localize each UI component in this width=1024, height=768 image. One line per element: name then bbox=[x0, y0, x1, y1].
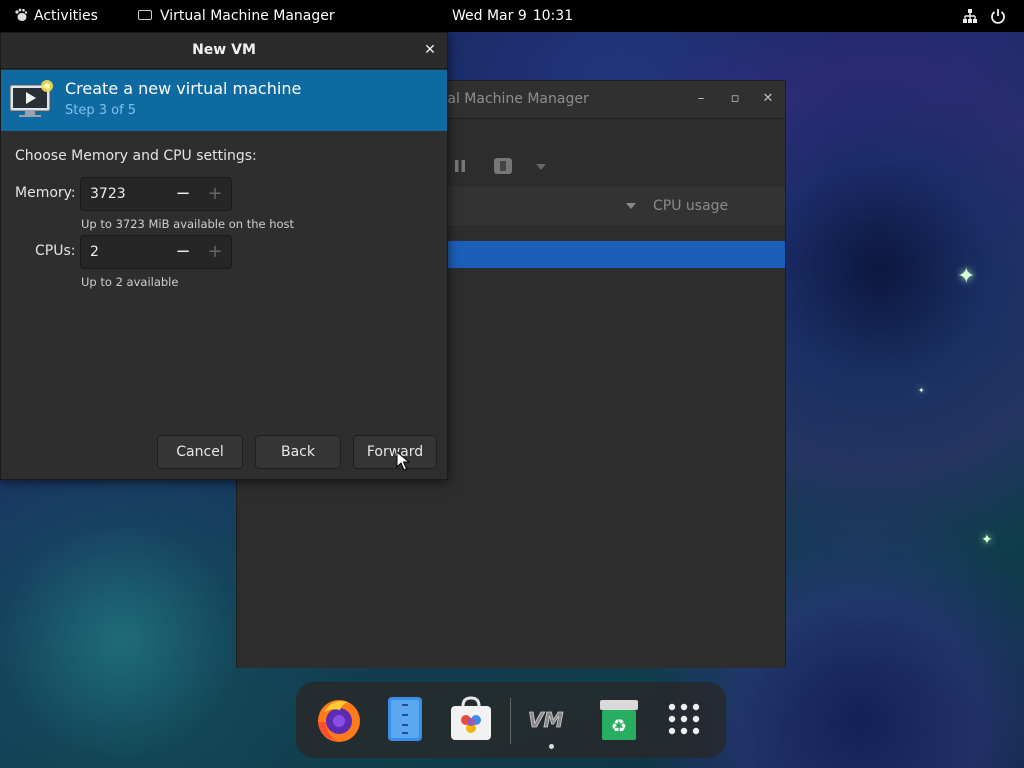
mouse-cursor-icon bbox=[396, 451, 410, 471]
recycle-bin-icon[interactable]: ♻ bbox=[594, 694, 644, 744]
forward-button[interactable]: Forward bbox=[353, 435, 437, 469]
wizard-title: Create a new virtual machine bbox=[65, 79, 302, 98]
dialog-title: New VM bbox=[192, 42, 256, 58]
sort-arrow-icon[interactable] bbox=[625, 202, 637, 210]
memory-spinbutton[interactable]: 3723 − + bbox=[80, 177, 232, 211]
clock[interactable]: Wed Mar 9 10:31 bbox=[452, 0, 573, 32]
svg-text:VM: VM bbox=[528, 708, 563, 732]
memory-label: Memory: bbox=[15, 185, 76, 201]
maximize-icon[interactable]: ▫ bbox=[727, 91, 743, 107]
star-decoration: ✦ bbox=[918, 386, 925, 395]
activities-label: Activities bbox=[34, 8, 98, 24]
text-editor-icon[interactable] bbox=[380, 694, 430, 744]
new-vm-dialog: New VM ✕ Create a new virtual machine St… bbox=[0, 32, 448, 480]
virt-manager-icon[interactable]: VM bbox=[526, 694, 576, 744]
app-menu-label: Virtual Machine Manager bbox=[160, 8, 335, 24]
minimize-icon[interactable]: – bbox=[693, 91, 709, 107]
cancel-button[interactable]: Cancel bbox=[157, 435, 243, 469]
cpus-increment-button[interactable]: + bbox=[199, 236, 231, 268]
memory-increment-button[interactable]: + bbox=[199, 178, 231, 210]
activities-button[interactable]: Activities bbox=[14, 0, 98, 32]
vmm-window-title: tual Machine Manager bbox=[433, 91, 589, 107]
power-icon[interactable] bbox=[990, 0, 1006, 32]
memory-value[interactable]: 3723 bbox=[90, 186, 126, 202]
dock: VM ♻ bbox=[296, 682, 726, 758]
dialog-titlebar[interactable]: New VM ✕ bbox=[1, 33, 447, 69]
column-cpu-usage[interactable]: CPU usage bbox=[653, 198, 728, 214]
dock-separator bbox=[510, 698, 511, 744]
wizard-banner: Create a new virtual machine Step 3 of 5 bbox=[1, 70, 447, 131]
app-menu[interactable]: Virtual Machine Manager bbox=[138, 0, 335, 32]
cpus-hint: Up to 2 available bbox=[81, 275, 179, 289]
section-label: Choose Memory and CPU settings: bbox=[15, 148, 257, 164]
star-decoration: ✦ bbox=[981, 532, 993, 548]
pause-icon[interactable] bbox=[453, 159, 467, 173]
cpus-decrement-button[interactable]: − bbox=[167, 236, 199, 268]
close-icon[interactable]: ✕ bbox=[760, 91, 776, 107]
clock-date: Wed Mar 9 bbox=[452, 8, 527, 24]
cpus-value[interactable]: 2 bbox=[90, 244, 99, 260]
back-button[interactable]: Back bbox=[255, 435, 341, 469]
top-bar: Activities Virtual Machine Manager Wed M… bbox=[0, 0, 1024, 32]
chevron-down-icon[interactable] bbox=[535, 163, 547, 171]
wizard-step: Step 3 of 5 bbox=[65, 103, 137, 118]
memory-hint: Up to 3723 MiB available on the host bbox=[81, 217, 295, 231]
cpus-spinbutton[interactable]: 2 − + bbox=[80, 235, 232, 269]
clock-time: 10:31 bbox=[532, 8, 574, 24]
new-vm-monitor-icon bbox=[9, 80, 53, 117]
running-indicator bbox=[549, 744, 554, 749]
firefox-icon[interactable] bbox=[314, 694, 364, 744]
vm-app-icon bbox=[138, 10, 152, 20]
network-icon[interactable] bbox=[962, 0, 978, 32]
app-grid-icon[interactable] bbox=[659, 694, 709, 744]
memory-decrement-button[interactable]: − bbox=[167, 178, 199, 210]
svg-text:♻: ♻ bbox=[611, 716, 627, 737]
star-decoration: ✦ bbox=[957, 264, 976, 289]
close-icon[interactable]: ✕ bbox=[421, 41, 439, 59]
software-center-icon[interactable] bbox=[446, 694, 496, 744]
gnome-foot-icon bbox=[15, 8, 28, 21]
shutdown-icon[interactable] bbox=[493, 157, 513, 175]
cpus-label: CPUs: bbox=[35, 243, 76, 259]
